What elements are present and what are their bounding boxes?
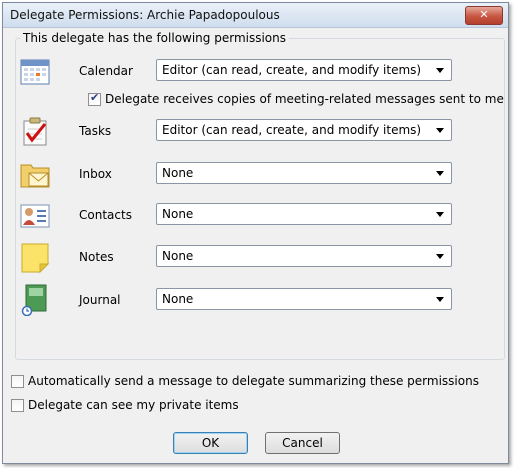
permission-row-contacts: Contacts None [19, 199, 499, 231]
dialog-title: Delegate Permissions: Archie Papadopoulo… [10, 8, 280, 22]
journal-icon [21, 284, 47, 316]
permission-row-notes: Notes None [19, 241, 499, 273]
inbox-permission-dropdown[interactable]: None [156, 162, 452, 184]
title-bar: Delegate Permissions: Archie Papadopoulo… [3, 3, 508, 28]
contacts-icon [20, 204, 50, 228]
chevron-down-icon [436, 212, 444, 217]
tasks-permission-value: Editor (can read, create, and modify ite… [162, 123, 422, 137]
notes-icon [21, 243, 50, 273]
inbox-icon [20, 164, 50, 188]
inbox-permission-value: None [162, 166, 194, 180]
ok-button[interactable]: OK [173, 432, 248, 454]
journal-permission-value: None [162, 292, 194, 306]
tasks-label: Tasks [79, 124, 112, 138]
permissions-group-label: This delegate has the following permissi… [20, 31, 290, 45]
close-button[interactable]: ✕ [465, 6, 503, 25]
notes-permission-value: None [162, 249, 194, 263]
permission-row-tasks: Tasks Editor (can read, create, and modi… [19, 115, 499, 147]
contacts-label: Contacts [79, 208, 132, 222]
journal-label: Journal [79, 293, 121, 307]
notes-label: Notes [79, 250, 114, 264]
tasks-icon [23, 117, 47, 146]
auto-send-summary-checkbox[interactable] [11, 375, 24, 388]
private-items-label: Delegate can see my private items [28, 398, 239, 412]
chevron-down-icon [436, 128, 444, 133]
contacts-permission-value: None [162, 207, 194, 221]
meeting-copies-checkbox[interactable] [88, 91, 101, 106]
permission-row-calendar: Calendar Editor (can read, create, and m… [19, 55, 499, 87]
calendar-label: Calendar [79, 64, 133, 78]
delegate-permissions-dialog: Delegate Permissions: Archie Papadopoulo… [2, 2, 509, 464]
calendar-icon [20, 59, 50, 85]
journal-permission-dropdown[interactable]: None [156, 288, 452, 310]
permission-row-journal: Journal None [19, 284, 499, 316]
chevron-down-icon [436, 254, 444, 259]
chevron-down-icon [436, 297, 444, 302]
inbox-label: Inbox [79, 167, 112, 181]
tasks-permission-dropdown[interactable]: Editor (can read, create, and modify ite… [156, 119, 452, 141]
auto-send-summary-label: Automatically send a message to delegate… [28, 374, 479, 388]
calendar-permission-value: Editor (can read, create, and modify ite… [162, 63, 422, 77]
private-items-checkbox[interactable] [11, 399, 24, 412]
close-icon: ✕ [479, 8, 489, 21]
chevron-down-icon [436, 68, 444, 73]
cancel-button[interactable]: Cancel [265, 432, 340, 454]
permission-row-inbox: Inbox None [19, 158, 499, 190]
calendar-permission-dropdown[interactable]: Editor (can read, create, and modify ite… [156, 59, 452, 81]
chevron-down-icon [436, 171, 444, 176]
contacts-permission-dropdown[interactable]: None [156, 203, 452, 225]
meeting-copies-label: Delegate receives copies of meeting-rela… [105, 92, 504, 106]
notes-permission-dropdown[interactable]: None [156, 245, 452, 267]
